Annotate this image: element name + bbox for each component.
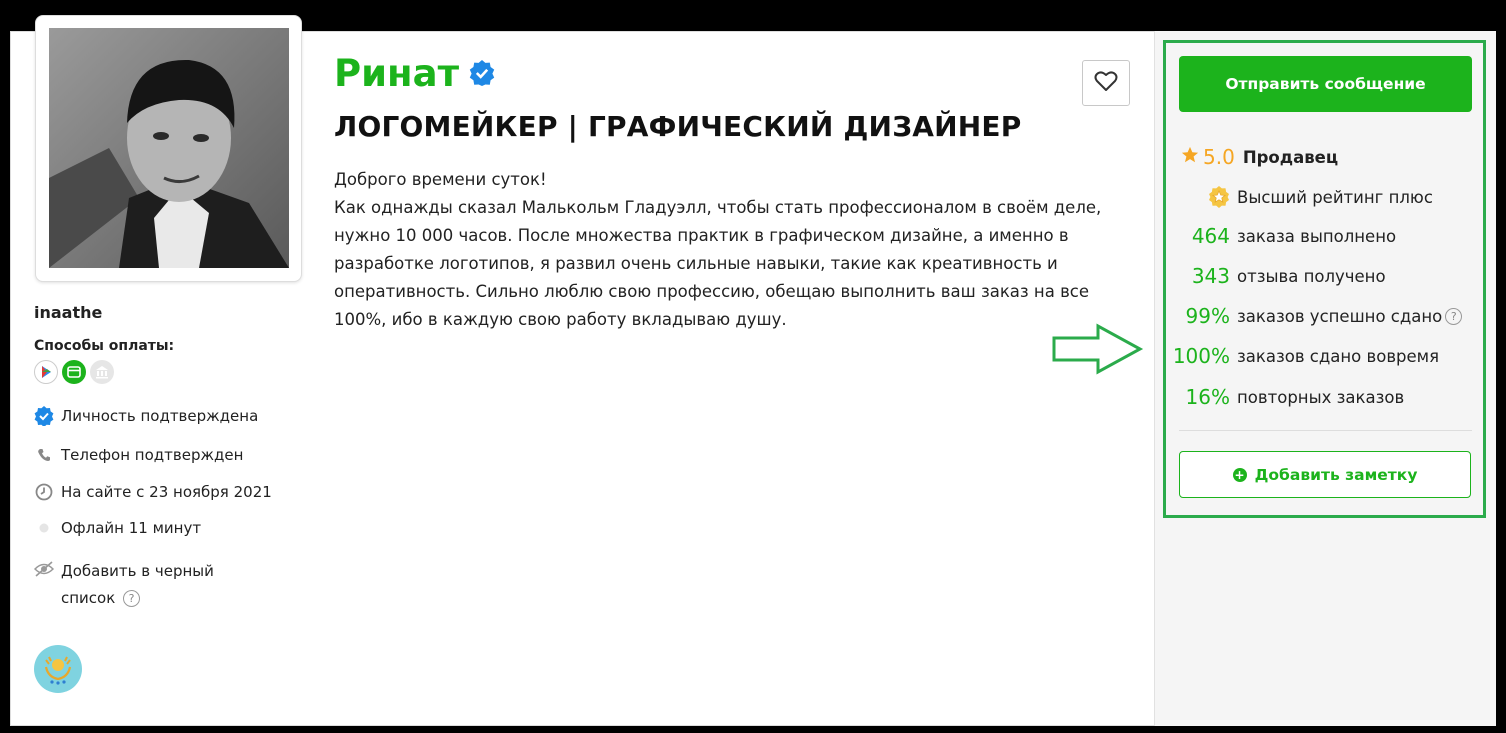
annotation-arrow-icon [1052, 323, 1144, 379]
stat-row: 464 заказа выполнено [1170, 224, 1470, 248]
avatar[interactable] [49, 28, 289, 268]
help-icon[interactable]: ? [1445, 307, 1463, 325]
star-icon [1181, 146, 1199, 168]
phone-icon [34, 445, 54, 465]
blacklist-link[interactable]: Добавить в черный список ? [33, 558, 214, 612]
stat-value: 343 [1191, 264, 1230, 288]
top-rating-label: Высший рейтинг плюс [1237, 187, 1433, 207]
blacklist-label-1[interactable]: Добавить в черный [61, 562, 214, 580]
eye-slash-icon [33, 560, 55, 580]
stat-label: заказа выполнено [1237, 226, 1397, 246]
blacklist-label-2[interactable]: список [61, 589, 115, 607]
phone-verified: Телефон подтвержден [34, 445, 243, 465]
avatar-frame [35, 15, 302, 282]
bio-text: Как однажды сказал Малькольм Гладуэлл, ч… [334, 198, 1102, 329]
help-icon[interactable]: ? [123, 590, 141, 607]
status-dot-icon [34, 518, 54, 538]
phone-verified-label: Телефон подтвержден [61, 446, 244, 464]
card-icon [62, 360, 86, 384]
favorite-button[interactable] [1082, 60, 1130, 106]
seller-rating: 5.0 Продавец [1181, 145, 1338, 169]
stat-label: повторных заказов [1237, 387, 1405, 407]
plus-icon: + [1232, 467, 1247, 482]
play-icon [34, 360, 58, 384]
stat-row: 343 отзыва получено [1170, 264, 1470, 288]
add-note-label: Добавить заметку [1254, 465, 1418, 484]
award-badge-icon[interactable] [34, 645, 82, 693]
stat-label: заказов успешно сдано [1237, 306, 1443, 326]
stat-label: отзыва получено [1237, 266, 1386, 286]
stat-row: 99% заказов успешно сдано ? [1170, 304, 1470, 328]
bio-greeting: Доброго времени суток! [334, 170, 547, 189]
seller-name: Ринат [334, 52, 495, 95]
username: inaathe [34, 303, 103, 322]
stat-label: заказов сдано вовремя [1237, 346, 1440, 366]
identity-verified-label: Личность подтверждена [61, 407, 259, 425]
rating-value: 5.0 [1203, 145, 1235, 169]
clock-icon [34, 482, 54, 502]
send-message-button[interactable]: Отправить сообщение [1179, 56, 1472, 112]
member-since: На сайте с 23 ноября 2021 [34, 482, 272, 502]
bank-icon [90, 360, 114, 384]
member-since-label: На сайте с 23 ноября 2021 [61, 483, 272, 501]
add-note-button[interactable]: + Добавить заметку [1179, 451, 1471, 498]
heart-icon [1094, 70, 1118, 96]
payment-methods-label: Способы оплаты: [34, 338, 175, 354]
stat-row: 16% повторных заказов [1170, 385, 1470, 409]
seller-name-text: Ринат [334, 52, 460, 95]
online-status-label: Офлайн 11 минут [61, 519, 202, 537]
top-rating: Высший рейтинг плюс [1170, 185, 1470, 209]
identity-verified: Личность подтверждена [34, 406, 258, 426]
stat-row: 100% заказов сдано вовремя [1170, 344, 1470, 368]
stat-value: 100% [1172, 344, 1230, 368]
stat-value: 464 [1191, 224, 1230, 248]
stat-value: 16% [1185, 385, 1230, 409]
top-rating-icon [1170, 186, 1237, 208]
stat-value: 99% [1185, 304, 1230, 328]
payment-methods [34, 360, 114, 384]
bio: Доброго времени суток! Как однажды сказа… [334, 166, 1124, 334]
rating-label: Продавец [1242, 147, 1339, 167]
verified-badge-icon [469, 52, 495, 95]
divider [1179, 430, 1472, 431]
job-title: ЛОГОМЕЙКЕР | ГРАФИЧЕСКИЙ ДИЗАЙНЕР [334, 110, 1022, 143]
verified-badge-icon [34, 406, 54, 426]
online-status: Офлайн 11 минут [34, 518, 201, 538]
